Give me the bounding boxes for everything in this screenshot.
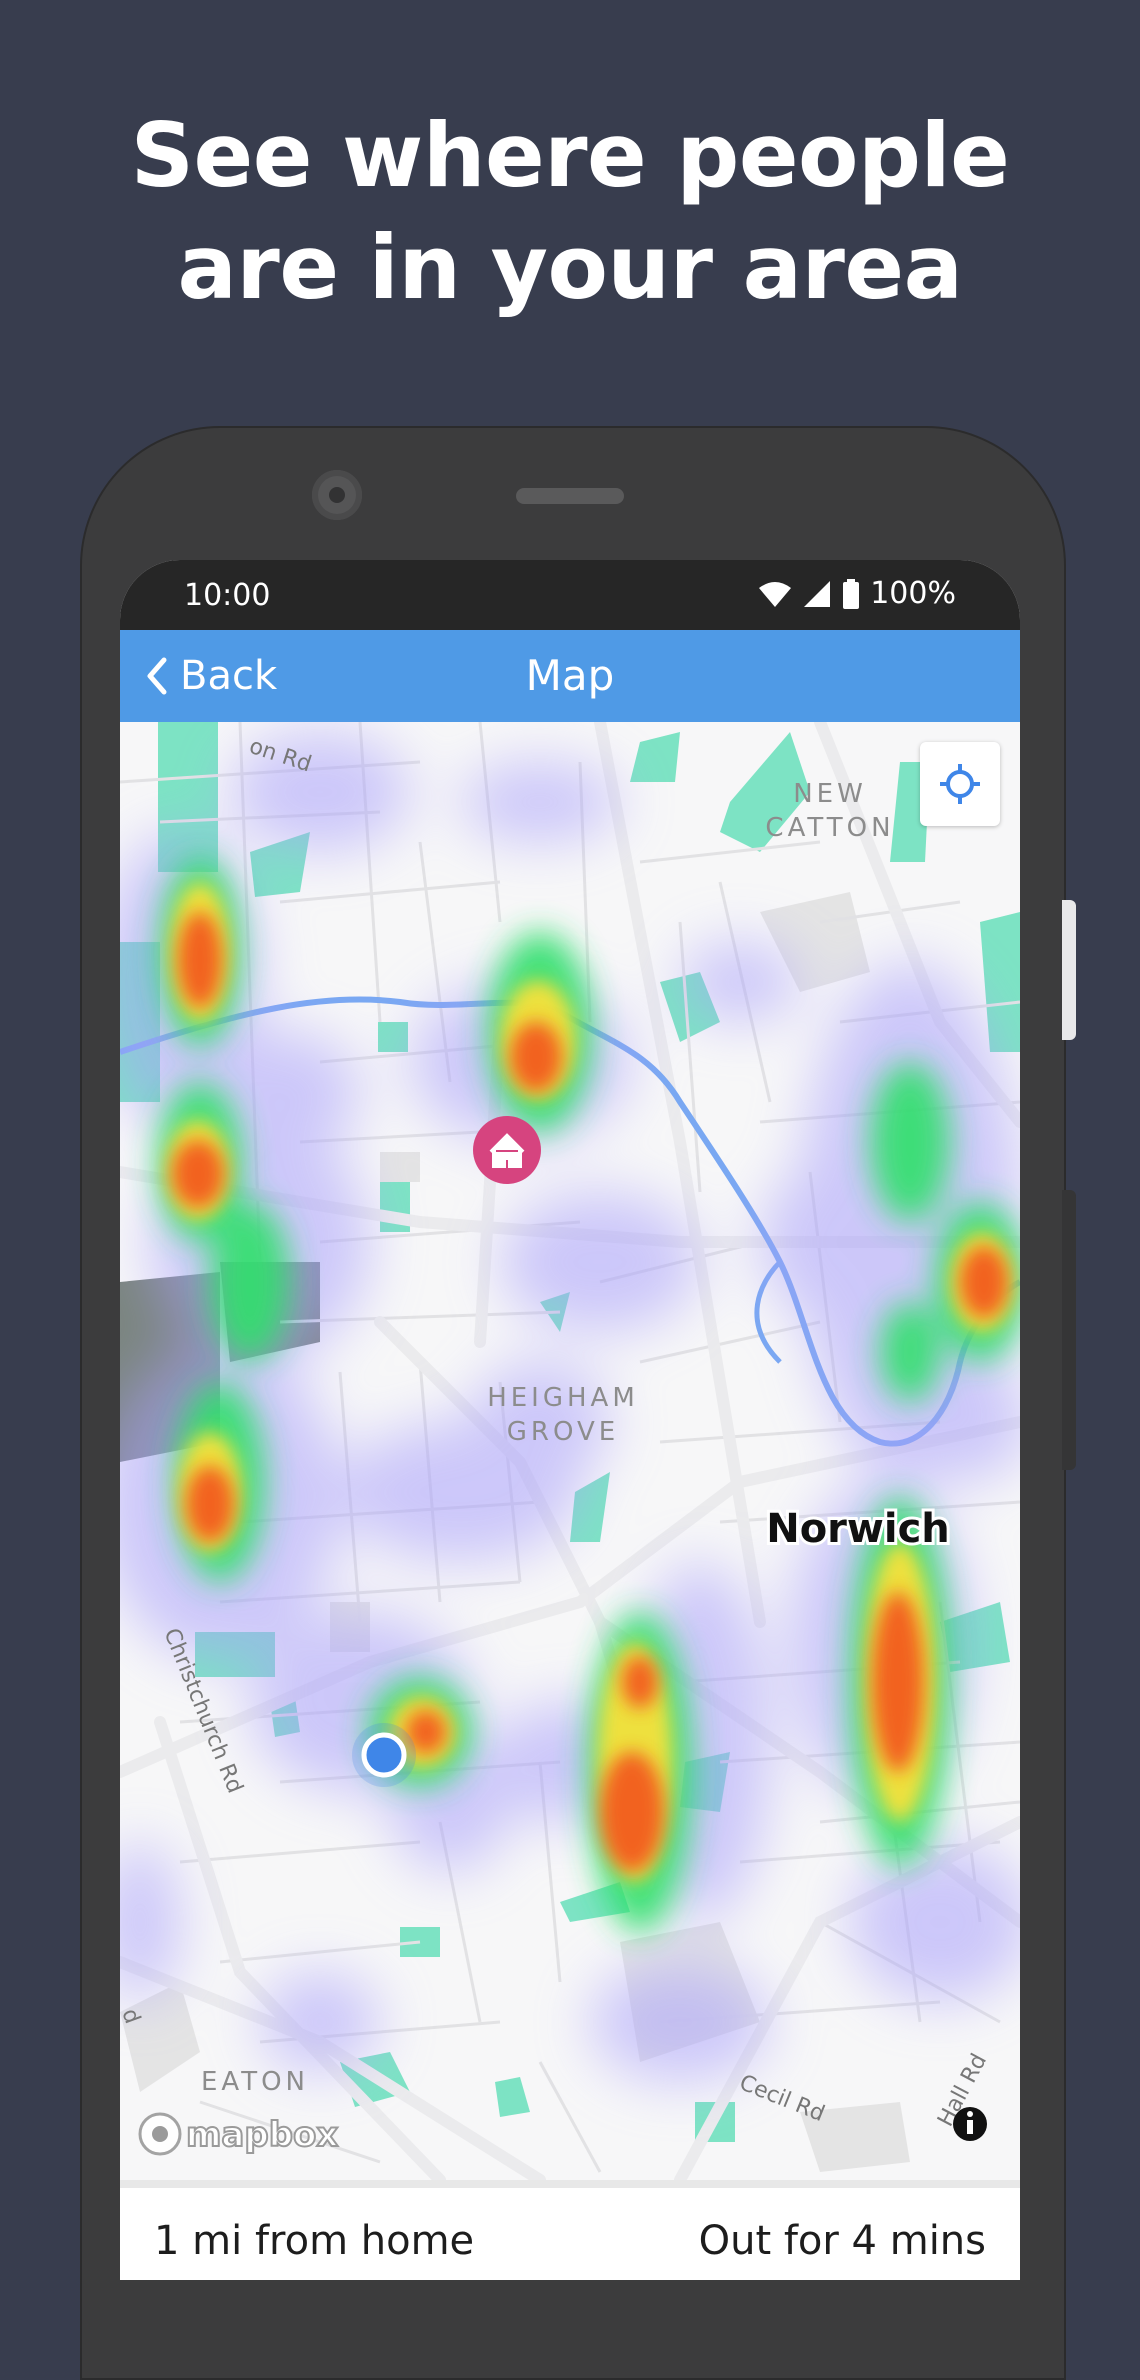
city-label-norwich: Norwich: [766, 1506, 950, 1552]
mapbox-logo[interactable]: mapbox: [138, 2112, 339, 2156]
area-label-new-catton-2: CATTON: [765, 813, 894, 843]
app-bar: Back Map: [120, 630, 1020, 722]
home-marker-icon[interactable]: [473, 1116, 541, 1184]
status-time: 10:00: [184, 578, 271, 613]
headline: See where people are in your area: [0, 100, 1140, 324]
crosshair-icon: [940, 764, 980, 804]
heatmap-map[interactable]: NEW CATTON HEIGHAM GROVE Norwich EATON o…: [120, 722, 1020, 2180]
user-location-dot: [352, 1723, 416, 1787]
area-label-eaton: EATON: [201, 2067, 309, 2097]
area-label-heigham-2: GROVE: [507, 1417, 619, 1447]
phone-volume-button: [1062, 1190, 1076, 1470]
trip-info-bar: 1 mi from home Out for 4 mins: [120, 2180, 1020, 2280]
info-icon[interactable]: [953, 2107, 987, 2141]
battery-percent: 100%: [870, 576, 956, 611]
back-label: Back: [180, 653, 278, 699]
phone-side-button: [1062, 900, 1076, 1040]
status-icons: 100%: [758, 576, 956, 611]
signal-icon: [804, 580, 831, 607]
area-label-heigham-1: HEIGHAM: [487, 1383, 639, 1413]
headline-line-1: See where people: [130, 104, 1010, 207]
locate-me-button[interactable]: [920, 742, 1000, 826]
back-button[interactable]: Back: [142, 630, 277, 722]
status-bar: 10:00 100%: [120, 560, 1020, 630]
headline-line-2: are in your area: [177, 216, 963, 319]
chevron-left-icon: [147, 657, 167, 695]
area-label-new-catton-1: NEW: [793, 779, 867, 809]
distance-from-home: 1 mi from home: [154, 2218, 475, 2264]
mapbox-wordmark: mapbox: [186, 2115, 338, 2155]
battery-icon: [843, 578, 860, 609]
time-out: Out for 4 mins: [698, 2218, 986, 2264]
phone-speaker: [516, 488, 624, 504]
phone-screen: 10:00 100% Back Map NEW CATTON HEIGHAM G…: [120, 560, 1020, 2280]
wifi-icon: [759, 581, 792, 607]
phone-camera: [312, 470, 362, 520]
